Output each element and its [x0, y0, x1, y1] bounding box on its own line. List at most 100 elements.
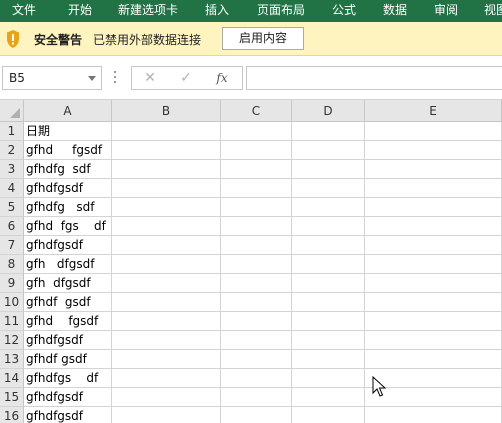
cell-e[interactable] — [365, 160, 502, 179]
row-header[interactable]: 2 — [0, 141, 24, 160]
enter-check-icon[interactable]: ✓ — [176, 70, 196, 88]
column-header-b[interactable]: B — [112, 100, 221, 122]
cell-e[interactable] — [365, 350, 502, 369]
row-header[interactable]: 11 — [0, 312, 24, 331]
cell-a[interactable]: gfhdf gsdf — [24, 350, 112, 369]
cell-a[interactable]: gfhdfgsdf — [24, 331, 112, 350]
cell-d[interactable] — [292, 217, 365, 236]
cell-c[interactable] — [221, 312, 292, 331]
row-header[interactable]: 13 — [0, 350, 24, 369]
cell-d[interactable] — [292, 198, 365, 217]
tab-review[interactable]: 审阅 — [434, 0, 458, 22]
cell-d[interactable] — [292, 122, 365, 141]
chevron-down-icon[interactable] — [88, 76, 96, 81]
cell-e[interactable] — [365, 217, 502, 236]
tab-insert[interactable]: 插入 — [205, 0, 229, 22]
cell-d[interactable] — [292, 350, 365, 369]
cell-d[interactable] — [292, 255, 365, 274]
tab-file[interactable]: 文件 — [12, 0, 36, 22]
cell-b[interactable] — [112, 217, 221, 236]
column-header-c[interactable]: C — [221, 100, 292, 122]
cell-c[interactable] — [221, 217, 292, 236]
cell-c[interactable] — [221, 198, 292, 217]
cell-e[interactable] — [365, 274, 502, 293]
cell-b[interactable] — [112, 179, 221, 198]
tab-home[interactable]: 开始 — [68, 0, 92, 22]
cell-b[interactable] — [112, 236, 221, 255]
cell-a[interactable]: gfhdfg sdf — [24, 198, 112, 217]
cell-e[interactable] — [365, 198, 502, 217]
formula-input[interactable] — [246, 66, 502, 90]
cell-c[interactable] — [221, 236, 292, 255]
row-header[interactable]: 10 — [0, 293, 24, 312]
cell-a[interactable]: gfhdfgsdf — [24, 407, 112, 423]
row-header[interactable]: 15 — [0, 388, 24, 407]
cell-b[interactable] — [112, 274, 221, 293]
cell-b[interactable] — [112, 255, 221, 274]
cell-d[interactable] — [292, 331, 365, 350]
cell-b[interactable] — [112, 388, 221, 407]
formula-bar-splitter[interactable] — [114, 71, 117, 85]
cell-d[interactable] — [292, 236, 365, 255]
cell-c[interactable] — [221, 255, 292, 274]
cell-b[interactable] — [112, 141, 221, 160]
cell-d[interactable] — [292, 274, 365, 293]
cell-d[interactable] — [292, 179, 365, 198]
cell-c[interactable] — [221, 331, 292, 350]
cell-b[interactable] — [112, 350, 221, 369]
cell-d[interactable] — [292, 141, 365, 160]
row-header[interactable]: 5 — [0, 198, 24, 217]
cell-b[interactable] — [112, 369, 221, 388]
cell-a[interactable]: gfh dfgsdf — [24, 255, 112, 274]
row-header[interactable]: 9 — [0, 274, 24, 293]
cell-a[interactable]: gfhd fgsdf — [24, 312, 112, 331]
cell-a[interactable]: gfhd fgs df — [24, 217, 112, 236]
cell-b[interactable] — [112, 122, 221, 141]
cell-e[interactable] — [365, 331, 502, 350]
cell-a[interactable]: gfhdfgs df — [24, 369, 112, 388]
cell-b[interactable] — [112, 198, 221, 217]
cell-a[interactable]: gfhdf gsdf — [24, 293, 112, 312]
name-box[interactable]: B5 — [2, 66, 102, 90]
cell-d[interactable] — [292, 312, 365, 331]
cell-e[interactable] — [365, 255, 502, 274]
cell-c[interactable] — [221, 388, 292, 407]
cell-a[interactable]: gfhdfgsdf — [24, 236, 112, 255]
row-header[interactable]: 6 — [0, 217, 24, 236]
cell-c[interactable] — [221, 122, 292, 141]
cell-b[interactable] — [112, 331, 221, 350]
cell-a[interactable]: gfhd fgsdf — [24, 141, 112, 160]
row-header[interactable]: 16 — [0, 407, 24, 423]
cell-d[interactable] — [292, 388, 365, 407]
cell-b[interactable] — [112, 312, 221, 331]
cancel-icon[interactable]: ✕ — [140, 70, 160, 88]
cell-e[interactable] — [365, 236, 502, 255]
cell-d[interactable] — [292, 293, 365, 312]
column-header-e[interactable]: E — [365, 100, 502, 122]
cell-c[interactable] — [221, 293, 292, 312]
enable-content-button[interactable]: 启用内容 — [222, 27, 304, 50]
cell-a[interactable]: 日期 — [24, 122, 112, 141]
row-header[interactable]: 3 — [0, 160, 24, 179]
cell-e[interactable] — [365, 312, 502, 331]
cell-d[interactable] — [292, 369, 365, 388]
cell-b[interactable] — [112, 160, 221, 179]
tab-data[interactable]: 数据 — [383, 0, 407, 22]
cell-c[interactable] — [221, 141, 292, 160]
row-header[interactable]: 7 — [0, 236, 24, 255]
row-header[interactable]: 12 — [0, 331, 24, 350]
cell-d[interactable] — [292, 160, 365, 179]
tab-page-layout[interactable]: 页面布局 — [257, 0, 305, 22]
cell-c[interactable] — [221, 369, 292, 388]
cell-c[interactable] — [221, 179, 292, 198]
tab-new-tab[interactable]: 新建选项卡 — [118, 0, 178, 22]
insert-function-icon[interactable]: fx — [212, 70, 232, 88]
row-header[interactable]: 8 — [0, 255, 24, 274]
cell-c[interactable] — [221, 407, 292, 423]
column-header-a[interactable]: A — [24, 100, 112, 122]
column-header-d[interactable]: D — [292, 100, 365, 122]
cell-c[interactable] — [221, 274, 292, 293]
cell-d[interactable] — [292, 407, 365, 423]
cell-e[interactable] — [365, 122, 502, 141]
cell-c[interactable] — [221, 160, 292, 179]
